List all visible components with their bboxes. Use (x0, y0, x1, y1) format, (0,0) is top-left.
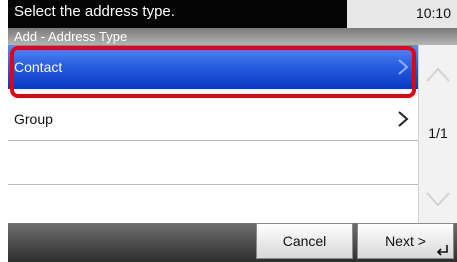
scroll-column: 1/1 (419, 45, 457, 223)
cancel-button[interactable]: Cancel (256, 223, 353, 259)
next-button[interactable]: Next > (357, 223, 454, 259)
next-button-label: Next > (385, 233, 426, 249)
scroll-up-arrow-icon[interactable] (421, 53, 455, 97)
address-type-screen: Select the address type. 10:10 Add - Add… (0, 0, 457, 262)
enter-return-icon (436, 245, 448, 256)
list-item-group[interactable]: Group (8, 97, 418, 141)
status-message: Select the address type. (8, 0, 347, 28)
page-indicator: 1/1 (428, 125, 448, 141)
clock: 10:10 (415, 5, 451, 21)
chevron-right-icon (398, 111, 409, 127)
screen-title: Add - Address Type (14, 29, 128, 44)
status-bar: Select the address type. 10:10 (8, 0, 457, 28)
bottom-bar: Cancel Next > (8, 223, 457, 262)
list-item-label: Group (14, 111, 53, 127)
selection-highlight (10, 46, 416, 98)
screen-title-bar: Add - Address Type (8, 28, 457, 45)
scroll-down-arrow-icon[interactable] (421, 179, 455, 223)
list-item-empty[interactable] (8, 141, 418, 185)
